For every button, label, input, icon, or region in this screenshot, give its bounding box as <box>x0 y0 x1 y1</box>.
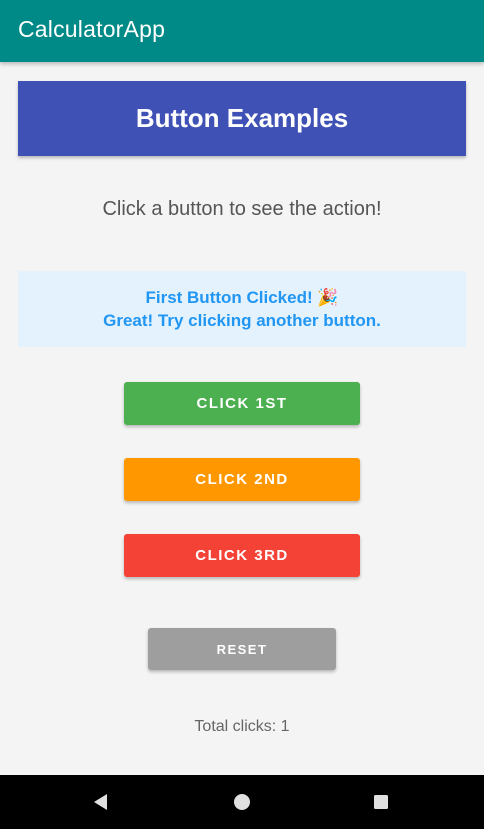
message-title: First Button Clicked! 🎉 <box>145 288 339 307</box>
app-bar: CalculatorApp <box>0 0 484 62</box>
back-triangle-icon <box>94 794 107 810</box>
system-nav-bar <box>0 775 484 829</box>
message-box: First Button Clicked! 🎉 Great! Try click… <box>18 271 466 347</box>
app-title: CalculatorApp <box>18 16 166 42</box>
back-button[interactable] <box>86 787 116 817</box>
home-circle-icon <box>234 794 250 810</box>
header-banner: Button Examples <box>18 81 466 156</box>
total-clicks-text: Total clicks: 1 <box>194 718 290 735</box>
click-first-button[interactable]: CLICK 1ST <box>124 382 360 425</box>
instruction-text: Click a button to see the action! <box>102 198 382 220</box>
home-button[interactable] <box>227 787 257 817</box>
header-title: Button Examples <box>135 103 349 133</box>
message-subtitle: Great! Try clicking another button. <box>103 311 381 330</box>
click-third-button[interactable]: CLICK 3RD <box>124 534 360 577</box>
recent-apps-square-icon <box>374 795 388 809</box>
recent-apps-button[interactable] <box>366 787 396 817</box>
click-second-button[interactable]: CLICK 2ND <box>124 458 360 501</box>
reset-button[interactable]: RESET <box>148 628 336 670</box>
